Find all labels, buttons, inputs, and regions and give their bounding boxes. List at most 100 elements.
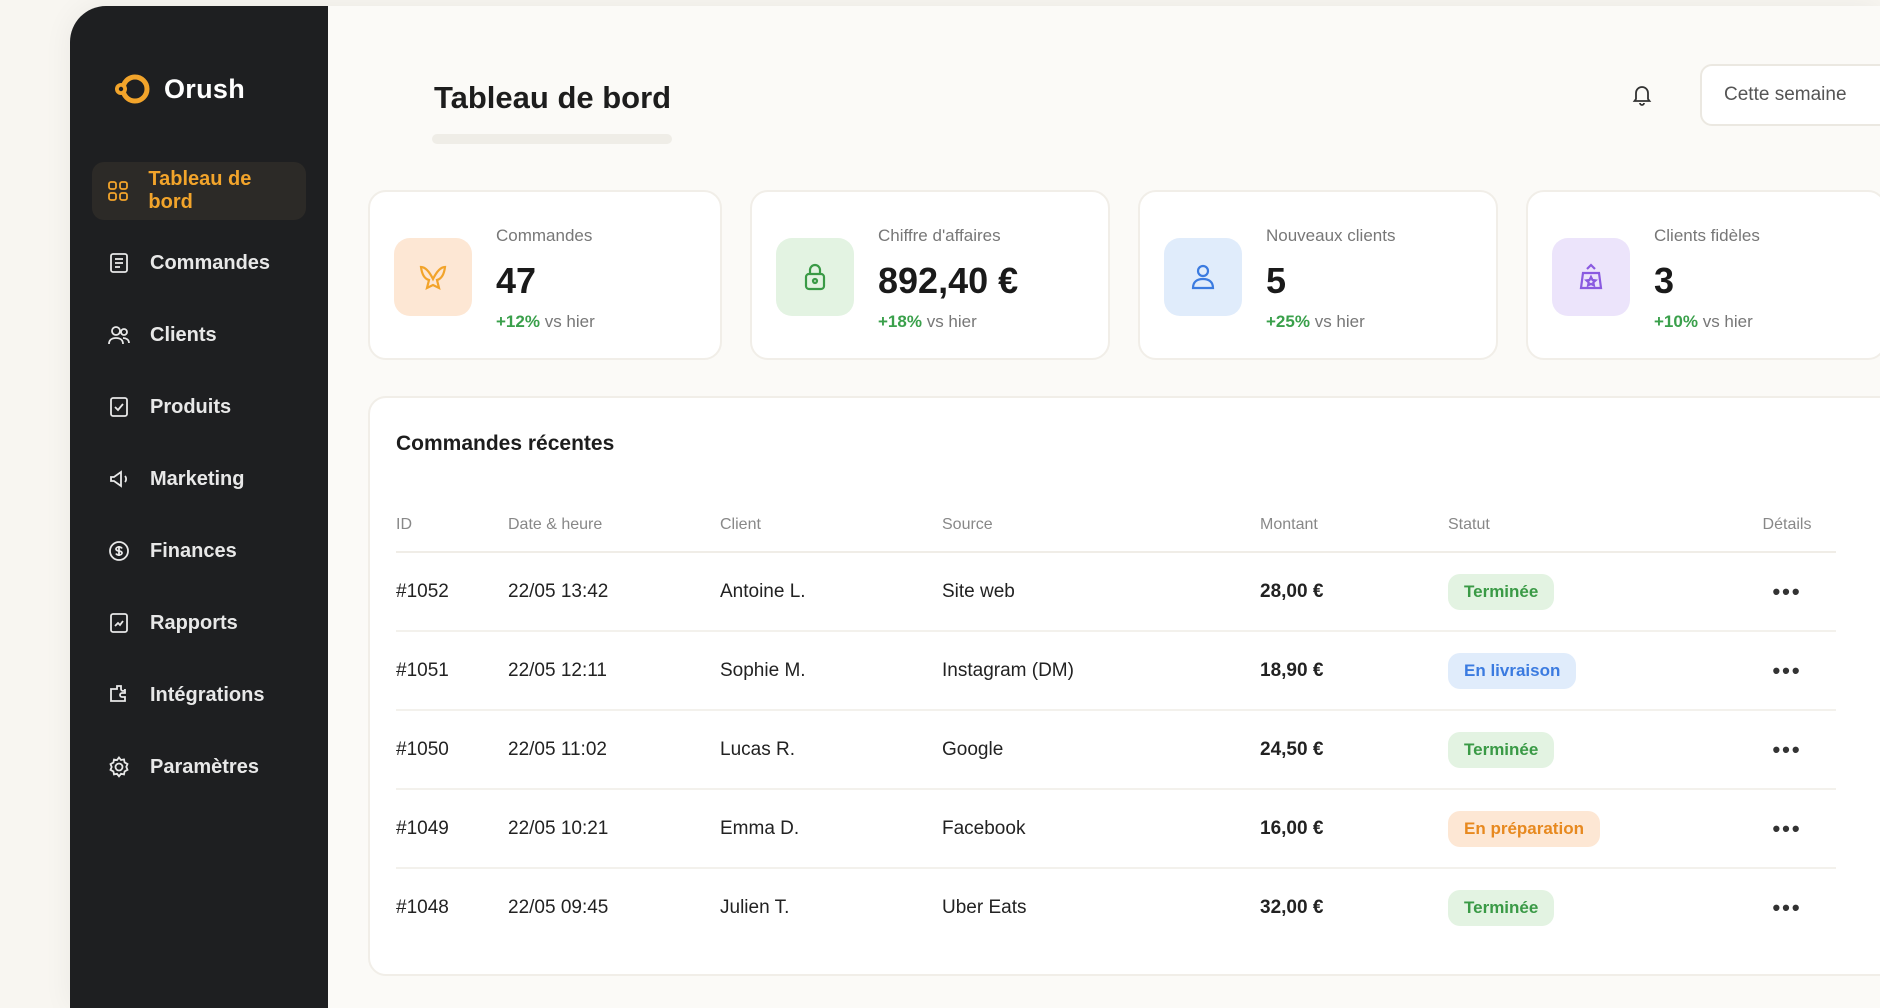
orders-icon: [106, 250, 132, 276]
row-details-button[interactable]: •••: [1738, 710, 1836, 790]
stat-value: 47: [496, 260, 537, 301]
stat-card-loyal-clients[interactable]: Clients fidèles 3 +10% vs hier: [1526, 190, 1880, 360]
orders-table: ID Date & heure Client Source Montant St…: [396, 498, 1836, 947]
sidebar-item-label: Rapports: [150, 611, 238, 634]
order-source: Uber Eats: [942, 897, 1027, 918]
order-date: 22/05 12:11: [508, 631, 720, 711]
column-header-date[interactable]: Date & heure: [508, 498, 720, 553]
order-client: Lucas R.: [720, 710, 942, 790]
table-row[interactable]: #1051 22/05 12:11 Sophie M. Instagram (D…: [396, 631, 1836, 711]
stat-card-revenue[interactable]: Chiffre d'affaires 892,40 € +18% vs hier: [750, 190, 1110, 360]
sidebar-item-label: Paramètres: [150, 755, 259, 778]
user-icon: [1164, 238, 1242, 316]
order-client: Sophie M.: [720, 631, 942, 711]
logo[interactable]: Orush: [112, 66, 306, 112]
period-select-value: Cette semaine: [1724, 84, 1847, 105]
status-badge: Terminée: [1448, 573, 1555, 610]
column-header-details: Détails: [1738, 498, 1836, 553]
sidebar-item-dashboard[interactable]: Tableau de bord: [92, 162, 306, 220]
column-header-id[interactable]: ID: [396, 498, 508, 553]
stat-trend: +12% vs hier: [496, 312, 595, 332]
users-icon: [106, 322, 132, 348]
bag-icon: [394, 238, 472, 316]
stat-value: 5: [1266, 260, 1287, 301]
order-id: #1052: [396, 552, 508, 632]
sidebar-item-clients[interactable]: Clients: [92, 306, 306, 364]
products-icon: [106, 394, 132, 420]
sidebar-item-reports[interactable]: Rapports: [92, 594, 306, 652]
order-id: #1051: [396, 631, 508, 711]
row-details-button[interactable]: •••: [1738, 631, 1836, 711]
order-amount: 24,50 €: [1260, 710, 1448, 790]
order-amount: 32,00 €: [1260, 897, 1324, 918]
order-id: #1050: [396, 710, 508, 790]
page-title: Tableau de bord: [434, 80, 672, 115]
order-client: Antoine L.: [720, 552, 942, 632]
order-status-cell: Terminée: [1448, 868, 1738, 947]
order-status-cell: Terminée: [1448, 552, 1738, 632]
stat-label: Nouveaux clients: [1266, 226, 1396, 245]
order-amount: 18,90 €: [1260, 631, 1448, 711]
title-underline: [432, 134, 672, 144]
column-header-source[interactable]: Source: [942, 498, 1260, 553]
sidebar-item-label: Finances: [150, 539, 237, 562]
stats-row: Commandes 47 +12% vs hier Chiffre d'affa…: [368, 190, 1880, 360]
table-row[interactable]: #1050 22/05 11:02 Lucas R. Google 24,50 …: [396, 710, 1836, 790]
stat-trend: +18% vs hier: [878, 312, 977, 332]
row-details-button[interactable]: •••: [1738, 789, 1836, 869]
order-date: 22/05 13:42: [508, 552, 720, 632]
dashboard-icon: [106, 178, 130, 204]
stat-value: 892,40 €: [878, 260, 1019, 301]
sidebar-item-label: Clients: [150, 323, 217, 346]
table-row[interactable]: #1048 22/05 09:45 Julien T. Uber Eats 32…: [396, 868, 1836, 947]
sidebar-item-integrations[interactable]: Intégrations: [92, 666, 306, 724]
lock-bag-icon: [776, 238, 854, 316]
row-details-button[interactable]: •••: [1738, 868, 1836, 947]
sidebar-item-label: Intégrations: [150, 683, 265, 706]
table-row[interactable]: #1049 22/05 10:21 Emma D. Facebook 16,00…: [396, 789, 1836, 869]
order-date: 22/05 11:02: [508, 710, 720, 790]
order-source: Site web: [942, 552, 1260, 632]
status-badge: En préparation: [1448, 810, 1600, 847]
order-date: 22/05 09:45: [508, 897, 609, 918]
order-client: Emma D.: [720, 789, 942, 869]
sidebar-item-products[interactable]: Produits: [92, 378, 306, 436]
sidebar-item-label: Produits: [150, 395, 232, 418]
period-select[interactable]: Cette semaine: [1700, 64, 1880, 126]
order-status-cell: En livraison: [1448, 631, 1738, 711]
stat-trend-pct: +18%: [878, 312, 922, 331]
order-date: 22/05 10:21: [508, 789, 720, 869]
stat-card-orders[interactable]: Commandes 47 +12% vs hier: [368, 190, 722, 360]
status-badge: En livraison: [1448, 652, 1577, 689]
sidebar-item-label: Marketing: [150, 467, 245, 490]
row-details-button[interactable]: •••: [1738, 552, 1836, 632]
status-badge: Terminée: [1448, 890, 1555, 926]
column-header-amount[interactable]: Montant: [1260, 498, 1448, 553]
sidebar-item-finances[interactable]: Finances: [92, 522, 306, 580]
sidebar-item-label: Tableau de bord: [148, 168, 252, 213]
order-id: #1049: [396, 789, 508, 869]
stat-trend-text: vs hier: [926, 312, 977, 331]
orush-logo-icon: [115, 74, 150, 104]
megaphone-icon: [106, 466, 132, 492]
table-row[interactable]: #1052 22/05 13:42 Antoine L. Site web 28…: [396, 552, 1836, 632]
sidebar-item-label: Commandes: [150, 251, 271, 274]
bell-icon: [1632, 86, 1652, 106]
recent-orders-panel: Commandes récentes ID Date & heure Clien…: [368, 396, 1880, 976]
page-header: Tableau de bord Cette semaine: [370, 6, 1880, 176]
table-header-row: ID Date & heure Client Source Montant St…: [396, 498, 1836, 553]
order-amount: 16,00 €: [1260, 789, 1448, 869]
stat-card-new-clients[interactable]: Nouveaux clients 5 +25% vs hier: [1138, 190, 1498, 360]
column-header-status[interactable]: Statut: [1448, 498, 1738, 553]
stat-trend: +10% vs hier: [1654, 312, 1753, 332]
sidebar-item-orders[interactable]: Commandes: [92, 234, 306, 292]
recent-orders-title: Commandes récentes: [396, 432, 615, 455]
column-header-client[interactable]: Client: [720, 498, 942, 553]
stat-label: Commandes: [496, 226, 593, 245]
sidebar-item-settings[interactable]: Paramètres: [92, 738, 306, 796]
stat-trend-text: vs hier: [544, 312, 595, 331]
sidebar-item-marketing[interactable]: Marketing: [92, 450, 306, 508]
notifications-button[interactable]: [1630, 82, 1656, 108]
app-window: Orush Tableau de bord Commandes Clients: [70, 6, 1880, 1008]
app-name: Orush: [164, 73, 246, 104]
